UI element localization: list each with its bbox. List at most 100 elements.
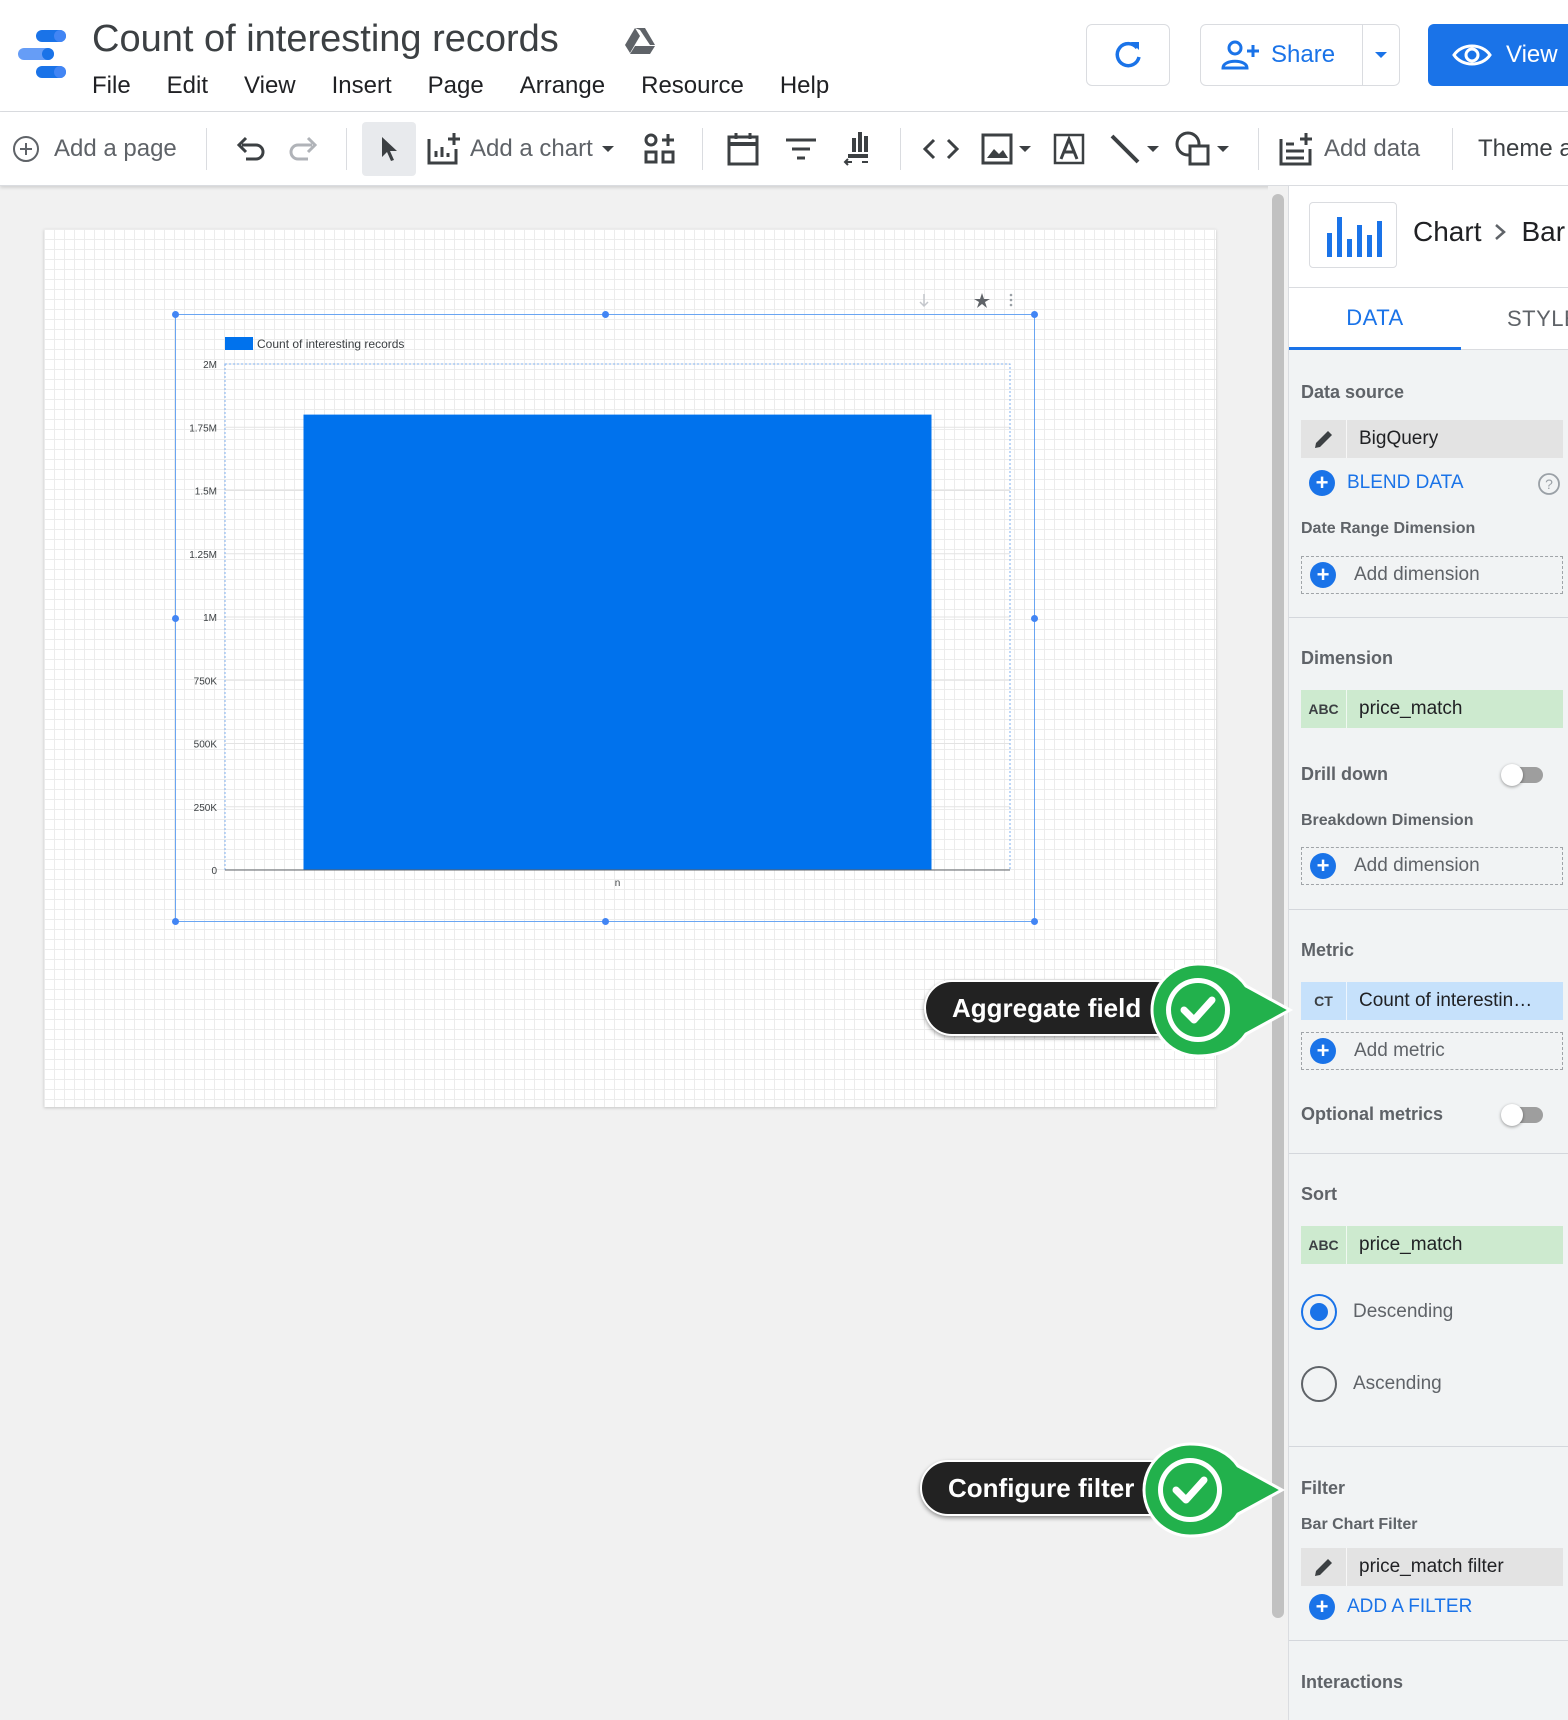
menu-edit[interactable]: Edit [167,72,208,102]
edit-pencil-icon[interactable] [1301,1548,1347,1586]
share-dropdown-button[interactable] [1363,25,1399,85]
add-circle-icon: + [1309,1594,1335,1620]
data-control-button[interactable] [842,112,872,186]
filter-control-button[interactable] [784,112,818,186]
bars [303,414,932,870]
refresh-icon [1115,41,1141,68]
sort-icon[interactable] [919,294,929,308]
editor-toolbar: Add a page Add a chart Add data Theme a [0,112,1568,186]
share-button[interactable]: Share [1201,25,1364,85]
tab-style[interactable]: STYLE [1507,288,1568,350]
menu-bar: File Edit View Insert Page Arrange Resou… [92,72,865,102]
redo-button[interactable] [288,112,320,186]
metric-chip[interactable]: CT Count of interestin… [1301,982,1563,1020]
y-axis-ticks: 0 250K 500K 750K 1M 1.25M 1.5M 1.75M 2M [189,360,217,877]
menu-file[interactable]: File [92,72,131,102]
bar-chart[interactable]: 0 250K 500K 750K 1M 1.25M 1.5M 1.75M 2M n Count … [175,314,1035,922]
date-range-control-button[interactable] [726,112,760,186]
menu-insert[interactable]: Insert [332,72,392,102]
chart-legend: Count of interesting records [225,337,404,351]
chevron-right-icon [1495,224,1507,240]
sort-field-chip[interactable]: ABC price_match [1301,1226,1563,1264]
select-tool-button[interactable] [362,122,416,176]
add-page-button[interactable]: Add a page [12,112,177,186]
y-tick-label: 500K [194,740,218,751]
ascending-label: Ascending [1353,1373,1442,1394]
sort-ascending-radio[interactable] [1301,1366,1337,1402]
report-title[interactable]: Count of interesting records [92,18,559,61]
menu-help[interactable]: Help [780,72,829,102]
insert-line-button[interactable] [1108,112,1160,186]
toolbar-divider [1258,128,1259,170]
drill-down-toggle[interactable] [1501,764,1545,786]
add-circle-icon: + [1310,1038,1336,1064]
google-drive-icon[interactable] [624,26,656,56]
undo-icon [236,136,265,161]
chart-type-selector[interactable] [1309,202,1397,268]
descending-label: Descending [1353,1301,1454,1322]
toolbar-divider [1452,128,1453,170]
green-check-icon [1150,962,1294,1058]
insert-shape-button[interactable] [1174,112,1230,186]
legend-label: Count of interesting records [257,337,404,351]
menu-view[interactable]: View [244,72,296,102]
help-icon[interactable]: ? [1537,472,1561,496]
undo-button[interactable] [234,112,266,186]
add-circle-icon [13,136,39,162]
sort-field-name: price_match [1359,1234,1463,1255]
add-person-icon [1221,40,1259,70]
panel-tabs: DATA STYLE [1289,288,1568,350]
y-tick-label: 1.25M [189,550,217,561]
dimension-chip[interactable]: ABC price_match [1301,690,1563,728]
filter-chip[interactable]: price_match filter [1301,1548,1563,1586]
add-data-button[interactable]: Add data [1278,112,1420,186]
y-tick-label: 750K [194,676,218,687]
toolbar-divider [702,128,703,170]
insert-text-button[interactable] [1052,112,1086,186]
more-vert-icon[interactable] [1009,293,1013,307]
add-chart-label: Add a chart [470,135,593,162]
eye-icon [1452,44,1492,66]
optional-metrics-toggle[interactable] [1501,1104,1545,1126]
edit-pencil-icon[interactable] [1301,420,1347,458]
theme-and-layout-button[interactable]: Theme a [1478,112,1568,186]
menu-resource[interactable]: Resource [641,72,744,102]
metric-name: Count of interestin… [1359,990,1533,1011]
data-source-chip[interactable]: BigQuery [1301,420,1563,458]
cursor-arrow-icon [382,137,397,161]
shapes-icon [1175,131,1210,166]
blend-data-button[interactable]: + BLEND DATA [1301,466,1464,500]
metric-type-badge: CT [1301,982,1347,1020]
callout-label: Configure filter [920,1460,1178,1516]
tab-data[interactable]: DATA [1289,288,1461,350]
panel-breadcrumb: Chart Bar [1413,216,1565,248]
add-breakdown-dimension-button[interactable]: + Add dimension [1301,847,1563,885]
add-metric-button[interactable]: + Add metric [1301,1032,1563,1070]
configure-filter-callout: Configure filter [920,1442,1292,1560]
add-date-range-dimension-button[interactable]: + Add dimension [1301,556,1563,594]
canvas-scrollbar-thumb[interactable] [1272,194,1284,1618]
y-tick-label: 1M [203,613,217,624]
view-button[interactable]: View [1428,24,1568,86]
embed-url-button[interactable] [922,112,960,186]
add-control-button[interactable] [642,112,678,186]
add-filter-button[interactable]: + ADD A FILTER [1301,1590,1472,1624]
aggregate-field-callout: Aggregate field [924,962,1296,1080]
controls-icon [644,133,675,164]
menu-page[interactable]: Page [428,72,484,102]
green-check-icon [1142,1442,1286,1538]
menu-arrange[interactable]: Arrange [520,72,605,102]
blend-data-label: BLEND DATA [1347,472,1464,493]
bar-chart-icon [1327,217,1382,257]
add-chart-button[interactable]: Add a chart [426,112,615,186]
insert-image-button[interactable] [980,112,1032,186]
metric-heading: Metric [1301,940,1355,960]
data-studio-logo-icon[interactable] [14,26,70,82]
caret-down-icon [1375,52,1388,58]
filter-star-icon[interactable] [974,293,990,308]
dimension-name: price_match [1359,698,1463,719]
view-label: View [1506,41,1558,68]
drill-down-label: Drill down [1301,764,1388,784]
sort-descending-radio[interactable] [1301,1294,1337,1330]
refresh-data-button[interactable] [1086,24,1170,86]
